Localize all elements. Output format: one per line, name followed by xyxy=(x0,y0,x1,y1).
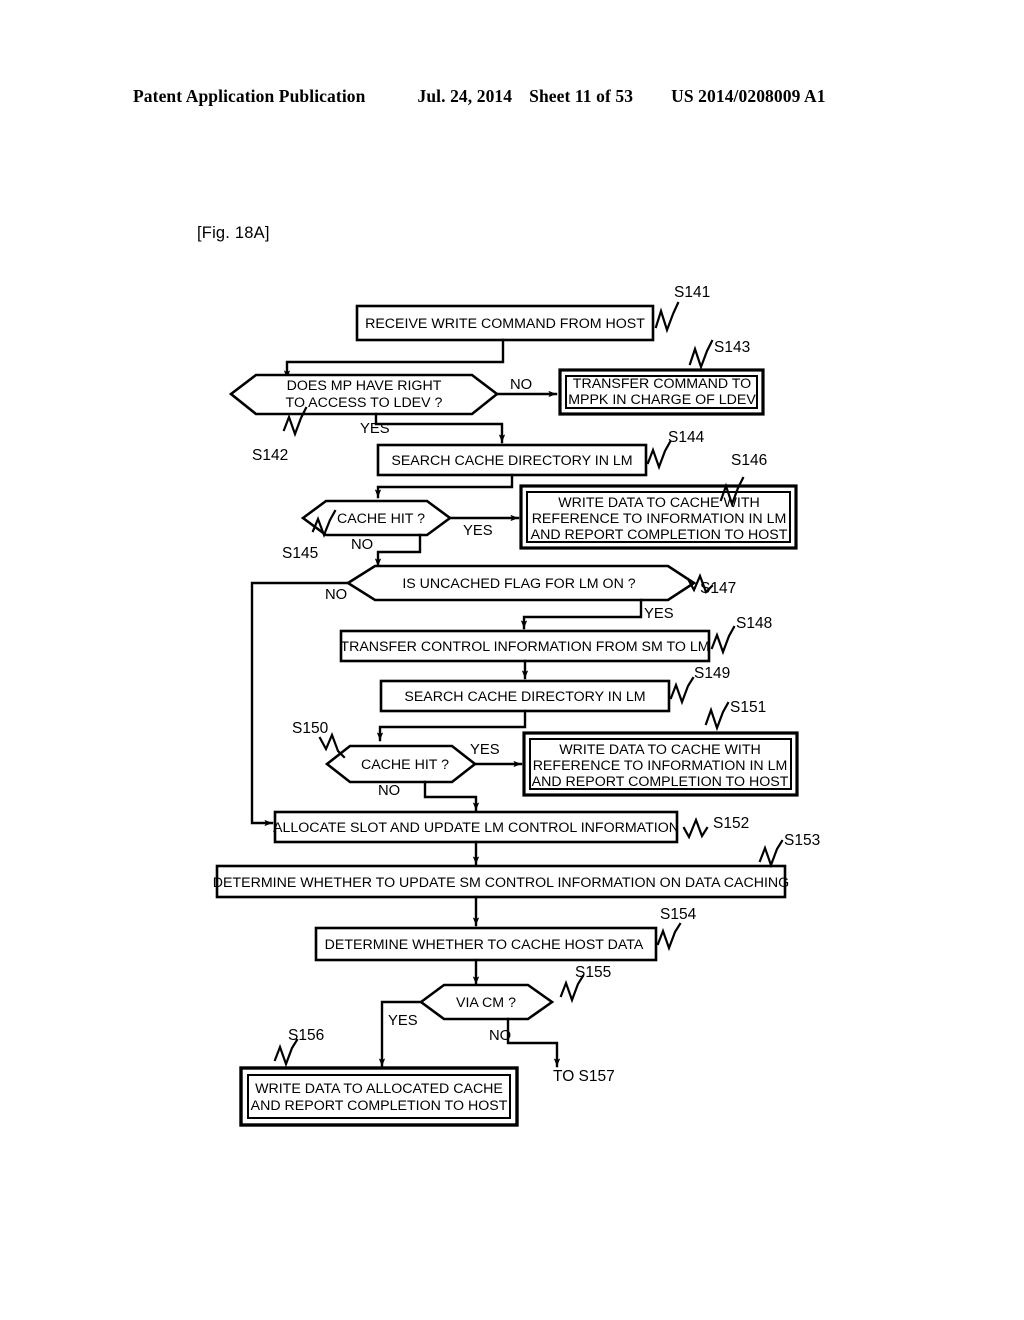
edge-label-s142-no: NO xyxy=(510,377,532,393)
node-s154-line-0: DETERMINE WHETHER TO CACHE HOST DATA xyxy=(325,937,644,953)
node-s144-ref: S144 xyxy=(668,429,705,446)
leader-s149 xyxy=(669,676,695,706)
node-s155-line-0: VIA CM ? xyxy=(456,995,516,1011)
node-s153-ref: S153 xyxy=(784,832,820,849)
node-s143-line-0: TRANSFER COMMAND TO xyxy=(573,376,751,392)
node-s152-line-0: ALLOCATE SLOT AND UPDATE LM CONTROL INFO… xyxy=(273,820,679,836)
node-s144-line-0: SEARCH CACHE DIRECTORY IN LM xyxy=(391,453,632,469)
node-s146-line-2: AND REPORT COMPLETION TO HOST xyxy=(531,527,788,543)
edge-label-s145-yes: YES xyxy=(463,523,493,539)
edge-label-s150-yes: YES xyxy=(470,742,500,758)
node-s146-ref: S146 xyxy=(731,452,767,469)
edge-label-s155-yes: YES xyxy=(388,1013,418,1029)
leader-s151 xyxy=(704,701,730,732)
node-s151-line-0: WRITE DATA TO CACHE WITH xyxy=(559,742,761,758)
leader-s144 xyxy=(646,440,672,471)
edge-label-s147-no: NO xyxy=(325,587,347,603)
node-s141-line-0: RECEIVE WRITE COMMAND FROM HOST xyxy=(365,316,645,332)
node-s146-line-0: WRITE DATA TO CACHE WITH xyxy=(558,495,760,511)
node-s145-ref: S145 xyxy=(282,545,318,562)
node-s150-line-0: CACHE HIT ? xyxy=(361,757,449,773)
node-s142-line-0: DOES MP HAVE RIGHT xyxy=(287,378,442,394)
connector-to-s157: TO S157 xyxy=(553,1068,615,1085)
node-s155-ref: S155 xyxy=(575,964,611,981)
node-s146-line-1: REFERENCE TO INFORMATION IN LM xyxy=(532,511,787,527)
node-s148-ref: S148 xyxy=(736,615,772,632)
node-s156-line-0: WRITE DATA TO ALLOCATED CACHE xyxy=(255,1081,503,1097)
node-s151-line-1: REFERENCE TO INFORMATION IN LM xyxy=(533,758,788,774)
leader-s154 xyxy=(656,922,682,952)
node-s147-line-0: IS UNCACHED FLAG FOR LM ON ? xyxy=(402,576,635,592)
node-s153-line-0: DETERMINE WHETHER TO UPDATE SM CONTROL I… xyxy=(213,875,789,891)
edge-label-s147-yes: YES xyxy=(644,606,674,622)
node-s142-line-1: TO ACCESS TO LDEV ? xyxy=(286,395,443,411)
node-s147-ref: S147 xyxy=(700,580,736,597)
node-s141-ref: S141 xyxy=(674,284,710,301)
node-s148-line-0: TRANSFER CONTROL INFORMATION FROM SM TO … xyxy=(340,639,709,655)
edge-label-s150-no: NO xyxy=(378,783,400,799)
node-s143-ref: S143 xyxy=(714,339,750,356)
flowchart-diagram: RECEIVE WRITE COMMAND FROM HOST S141 DOE… xyxy=(213,284,820,1127)
node-s150-ref: S150 xyxy=(292,720,329,737)
node-s149-ref: S149 xyxy=(694,665,730,682)
node-s151-ref: S151 xyxy=(730,699,766,716)
node-s156-ref: S156 xyxy=(288,1027,324,1044)
edge-label-s155-no: NO xyxy=(489,1028,511,1044)
node-s145-line-0: CACHE HIT ? xyxy=(337,511,425,527)
leader-s153 xyxy=(758,839,784,869)
node-s151-line-2: AND REPORT COMPLETION TO HOST xyxy=(532,774,789,790)
node-s156-line-1: AND REPORT COMPLETION TO HOST xyxy=(251,1098,508,1114)
leader-s152 xyxy=(682,816,709,840)
node-s142-ref: S142 xyxy=(252,447,288,464)
leader-s143 xyxy=(688,339,714,371)
leader-s148 xyxy=(710,625,736,656)
node-s143-line-1: MPPK IN CHARGE OF LDEV xyxy=(568,392,756,408)
patent-page: Patent Application Publication Jul. 24, … xyxy=(0,0,1024,1320)
leader-s150 xyxy=(318,732,346,759)
leader-s141 xyxy=(654,301,680,334)
node-s149-line-0: SEARCH CACHE DIRECTORY IN LM xyxy=(404,689,645,705)
edge-label-s142-yes: YES xyxy=(360,421,390,437)
edge-label-s145-no: NO xyxy=(351,537,373,553)
node-s152-ref: S152 xyxy=(713,815,749,832)
node-s154-ref: S154 xyxy=(660,906,697,923)
